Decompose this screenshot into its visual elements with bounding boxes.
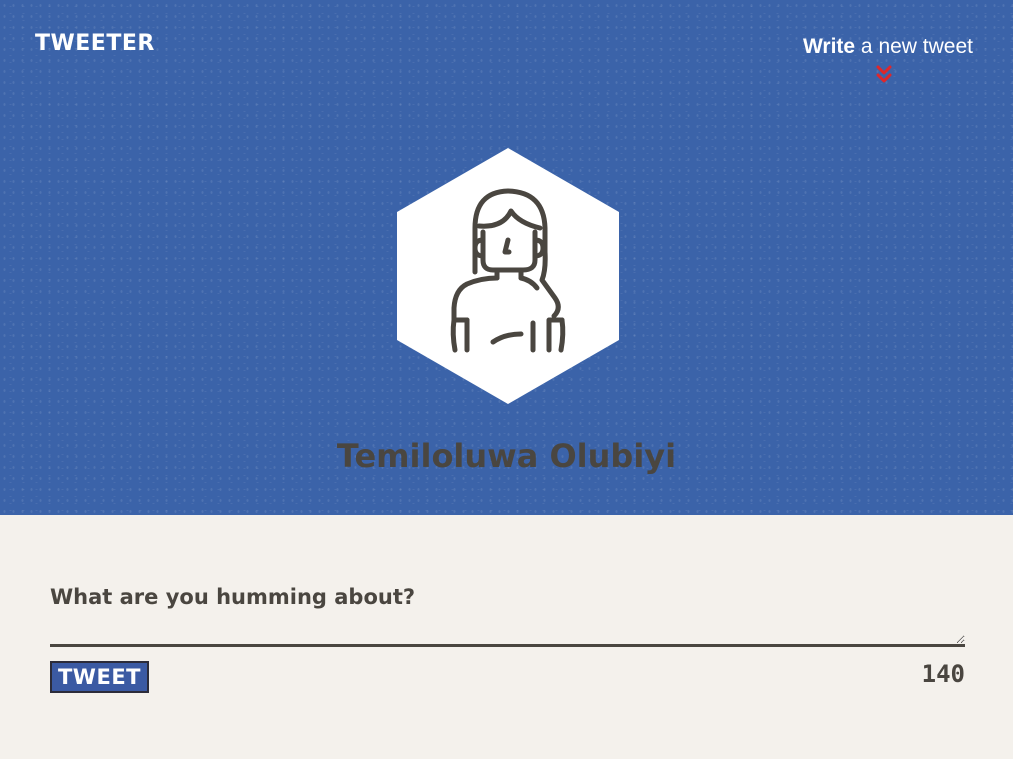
write-link-text: a new tweet — [855, 35, 973, 58]
app-logo[interactable]: TWEETER — [35, 31, 155, 56]
write-link-bold-text: Write — [802, 35, 856, 58]
character-counter: 140 — [921, 660, 965, 688]
write-new-tweet-link[interactable]: Write a new tweet — [773, 34, 973, 60]
avatar — [397, 148, 619, 404]
double-chevron-down-icon[interactable] — [875, 64, 893, 84]
tweet-textarea[interactable] — [50, 585, 965, 647]
tweet-composer — [50, 585, 965, 647]
tweet-button[interactable]: TWEET — [50, 661, 149, 693]
profile-name: Temiloluwa Olubiyi — [336, 437, 677, 475]
profile-banner: TWEETER Write a new tweet Temiloluwa Olu… — [0, 0, 1013, 515]
